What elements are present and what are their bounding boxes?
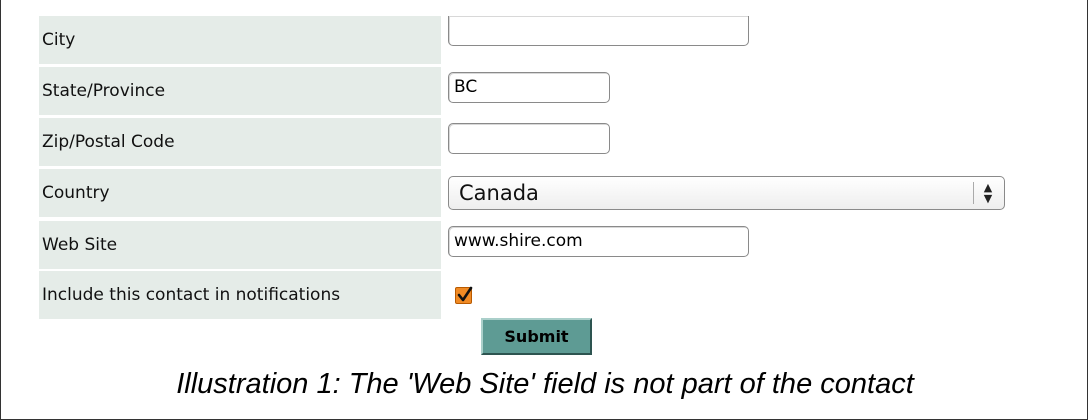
illustration-caption: Illustration 1: The 'Web Site' field is …: [176, 368, 914, 400]
notifications-field-cell: [444, 271, 1059, 319]
country-field-cell: Canada ▲ ▼: [444, 169, 1059, 217]
website-label: Web Site: [39, 221, 441, 269]
zip-field-cell: [444, 118, 1059, 166]
website-field-cell: www.shire.com: [444, 221, 1059, 269]
zip-input[interactable]: [448, 123, 610, 154]
submit-button[interactable]: Submit: [481, 318, 592, 355]
state-label: State/Province: [39, 67, 441, 115]
city-field-cell: [444, 16, 1059, 64]
country-select-value: Canada: [459, 181, 539, 205]
state-field-cell: BC: [444, 67, 1059, 115]
form-row-zip: Zip/Postal Code: [39, 118, 1059, 166]
zip-label: Zip/Postal Code: [39, 118, 441, 166]
up-down-arrows-icon: ▲ ▼: [983, 181, 993, 205]
form-row-country: Country Canada ▲ ▼: [39, 169, 1059, 217]
checkmark-icon: [457, 286, 473, 302]
notifications-label: Include this contact in notifications: [39, 271, 441, 319]
form-row-city: City: [39, 16, 1059, 64]
notifications-checkbox[interactable]: [455, 286, 473, 304]
state-input[interactable]: BC: [448, 72, 610, 103]
form-row-notifications: Include this contact in notifications: [39, 271, 1059, 319]
website-input[interactable]: www.shire.com: [448, 226, 749, 257]
select-separator: [973, 182, 974, 204]
form-row-website: Web Site www.shire.com: [39, 221, 1059, 269]
country-label: Country: [39, 169, 441, 217]
city-label: City: [39, 16, 441, 64]
country-select[interactable]: Canada ▲ ▼: [448, 176, 1005, 210]
document-frame: City State/Province BC Zip/Postal Code C…: [0, 0, 1088, 420]
city-input[interactable]: [448, 16, 749, 46]
form-row-state: State/Province BC: [39, 67, 1059, 115]
